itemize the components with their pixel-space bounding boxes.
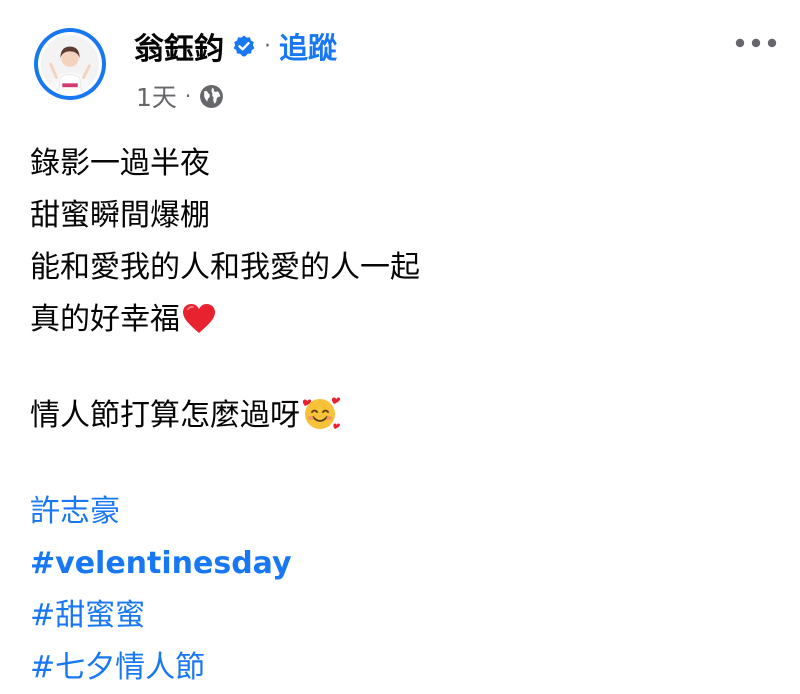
profile-photo: [41, 35, 99, 93]
smiling-face-with-hearts-icon: [302, 397, 340, 429]
more-options-button[interactable]: [730, 28, 782, 58]
globe-icon[interactable]: [199, 84, 224, 109]
post-text-line: 真的好幸福: [30, 302, 180, 337]
post-body: 錄影一過半夜 甜蜜瞬間爆棚 能和愛我的人和我愛的人一起 真的好幸福 情人節打算怎…: [30, 138, 780, 694]
post-question: 情人節打算怎麼過呀: [30, 398, 300, 433]
red-heart-icon: [183, 304, 215, 333]
post-text-line: 錄影一過半夜: [30, 146, 210, 181]
post-question-line: 情人節打算怎麼過呀: [30, 390, 780, 442]
more-options-icon: [735, 38, 777, 48]
post-text-line: 甜蜜瞬間爆棚: [30, 198, 210, 233]
author-row: 翁鈺鈞 · 追蹤: [134, 24, 337, 68]
hashtag-link[interactable]: #甜蜜蜜: [30, 590, 780, 642]
hashtag-link[interactable]: #七夕情人節: [30, 642, 780, 694]
mention-link[interactable]: 許志豪: [30, 486, 780, 538]
follow-button[interactable]: 追蹤: [279, 25, 337, 67]
verified-badge-icon: [233, 35, 255, 57]
post-text-line: 能和愛我的人和我愛的人一起: [30, 250, 420, 285]
hashtag-link[interactable]: #velentinesday: [30, 538, 780, 590]
name-separator: ·: [264, 33, 271, 59]
avatar[interactable]: [34, 28, 106, 100]
meta-separator: ·: [184, 84, 192, 108]
avatar-ring: [38, 32, 102, 96]
post-text-line-with-heart: 真的好幸福: [30, 294, 780, 346]
post-meta: 1天 ·: [136, 78, 224, 114]
post-timestamp[interactable]: 1天: [136, 78, 177, 114]
author-name[interactable]: 翁鈺鈞: [134, 24, 224, 68]
